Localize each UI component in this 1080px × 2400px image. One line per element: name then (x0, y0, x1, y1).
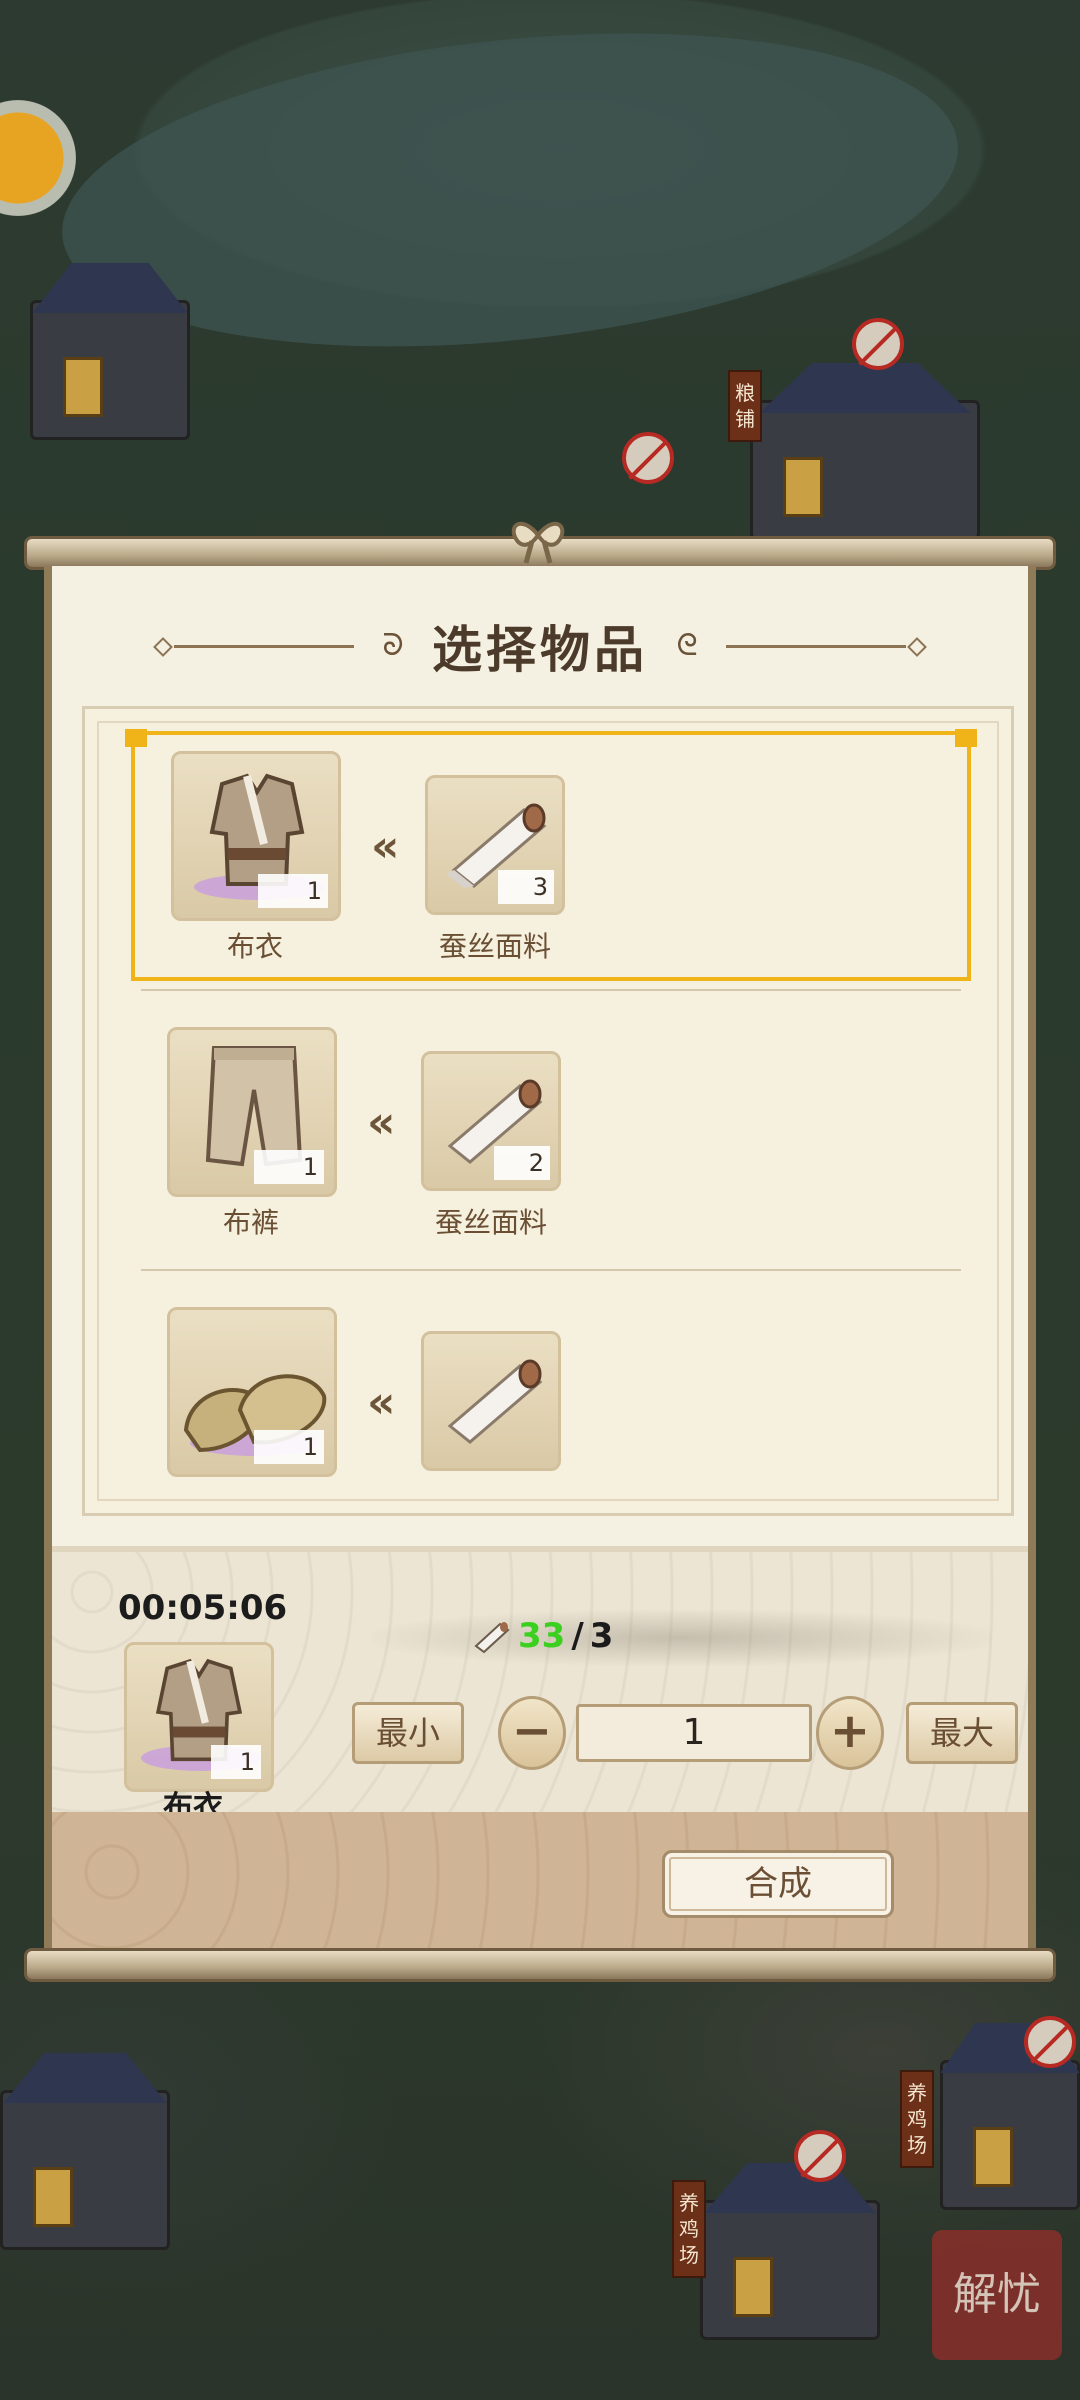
material-slot[interactable]: 3 (425, 775, 565, 915)
material-name: 蚕丝面料 (438, 930, 551, 963)
map-building[interactable] (700, 2163, 880, 2340)
row-divider (141, 1269, 961, 1271)
selected-item-slot: 1 (124, 1642, 274, 1792)
product-slot[interactable]: 1 (171, 751, 341, 921)
title-divider (174, 644, 354, 648)
dialog-footer: 合成 (52, 1812, 1028, 1952)
recipe-list-viewport[interactable]: 1 布衣 « 3 蚕丝面料 1 布裤 « 2 蚕丝面料 1 « (105, 729, 991, 1479)
product-slot[interactable]: 1 (167, 1307, 337, 1477)
recipe-list[interactable]: 1 布衣 « 3 蚕丝面料 1 布裤 « 2 蚕丝面料 1 « (82, 706, 1014, 1516)
increment-button[interactable]: + (816, 1696, 884, 1770)
product-name: 布衣 (226, 930, 283, 963)
silk-roll-icon (474, 1622, 510, 1654)
corner-stamp-button[interactable]: 解忧 (932, 2230, 1062, 2360)
chevron-left-icon: « (367, 1097, 396, 1148)
quantity-field[interactable]: 1 (576, 1704, 812, 1762)
coin-icon[interactable] (0, 100, 76, 216)
recipe-row[interactable]: 1 布裤 « 2 蚕丝面料 (131, 1011, 971, 1261)
title-divider (726, 644, 906, 648)
no-entry-icon[interactable] (1024, 2016, 1076, 2068)
craft-timer: 00:05:06 (118, 1588, 288, 1628)
no-entry-icon[interactable] (622, 432, 674, 484)
recipe-row-selected[interactable]: 1 布衣 « 3 蚕丝面料 (125, 729, 977, 981)
material-slot[interactable]: 2 (421, 1051, 561, 1191)
requirement-separator: / (571, 1616, 584, 1656)
min-button[interactable]: 最小 (352, 1702, 464, 1764)
chicken-farm-sign[interactable]: 养鸡场 (672, 2180, 706, 2278)
product-count: 1 (254, 1150, 324, 1184)
scroll-knot-icon (511, 521, 565, 564)
craft-detail-section: 00:05:06 1 布衣 33/3 最小 − 1 + 最大 (52, 1546, 1028, 1826)
no-entry-icon[interactable] (794, 2130, 846, 2182)
dialog-title: 选择物品 (432, 620, 648, 679)
silk-roll-icon (447, 1359, 543, 1444)
material-slot[interactable] (421, 1331, 561, 1471)
select-item-dialog: ᘐ 选择物品 ᘓ 1 布衣 « 3 蚕丝面料 1 布裤 « 2 蚕丝面料 1 «… (44, 566, 1036, 1952)
granary-sign[interactable]: 粮铺 (728, 370, 762, 442)
requirement-bar (372, 1610, 992, 1666)
dialog-header: ᘐ 选择物品 ᘓ (52, 606, 1028, 686)
no-entry-icon[interactable] (852, 318, 904, 370)
material-count: 2 (494, 1146, 550, 1180)
chicken-farm-sign[interactable]: 养鸡场 (900, 2070, 934, 2168)
chevron-left-icon: « (371, 821, 400, 872)
material-name: 蚕丝面料 (434, 1206, 547, 1239)
product-slot[interactable]: 1 (167, 1027, 337, 1197)
craft-button[interactable]: 合成 (662, 1850, 894, 1918)
chevron-left-icon: « (367, 1377, 396, 1428)
recipe-row[interactable]: 1 « (131, 1291, 971, 1479)
requirement-have: 33 (518, 1616, 566, 1656)
swirl-icon: ᘐ (382, 628, 404, 663)
selected-item-count: 1 (211, 1745, 261, 1779)
swirl-icon: ᘓ (676, 628, 698, 663)
row-divider (141, 989, 961, 991)
material-requirement: 33/3 (472, 1616, 613, 1656)
product-count: 1 (254, 1430, 324, 1464)
material-count: 3 (498, 870, 554, 904)
requirement-need: 3 (589, 1616, 614, 1656)
product-name: 布裤 (222, 1206, 279, 1239)
map-building[interactable] (940, 2023, 1080, 2210)
decrement-button[interactable]: − (498, 1696, 566, 1770)
max-button[interactable]: 最大 (906, 1702, 1018, 1764)
map-building[interactable] (750, 363, 980, 540)
scroll-rod-bottom (24, 1948, 1056, 1982)
map-building[interactable] (30, 263, 190, 440)
map-building[interactable] (0, 2053, 170, 2250)
product-count: 1 (258, 874, 328, 908)
